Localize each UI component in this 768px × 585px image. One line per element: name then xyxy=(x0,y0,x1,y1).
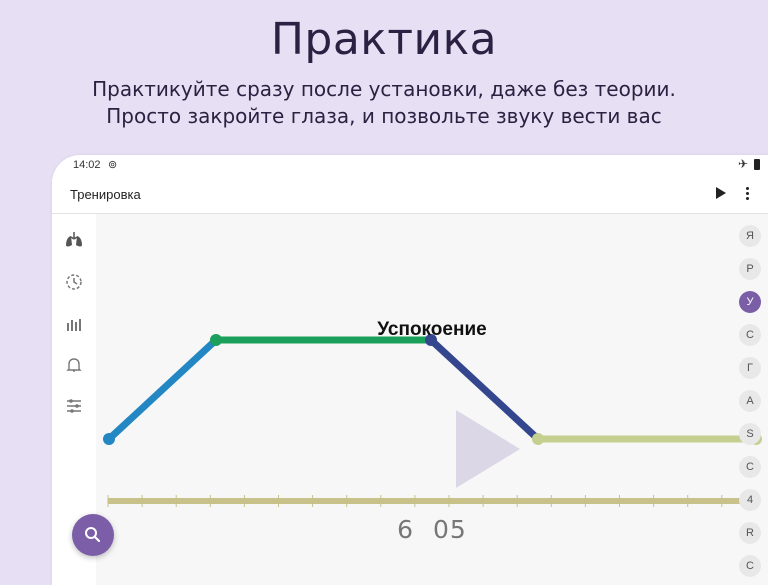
status-bar: 14:02 ⊚ ✈ xyxy=(52,155,768,177)
more-options-icon[interactable] xyxy=(742,185,752,203)
status-time: 14:02 xyxy=(73,159,101,171)
bell-icon[interactable] xyxy=(64,355,84,375)
app-bar: Тренировка xyxy=(52,177,768,214)
promo-subtitle-line-2: Просто закройте глаза, и позвольте звуку… xyxy=(106,104,662,128)
tablet-screen: 14:02 ⊚ ✈ Тренировка Успокоение 6 05 Я Р… xyxy=(52,155,768,585)
alpha-item[interactable]: S xyxy=(739,423,761,445)
alpha-item-active[interactable]: У xyxy=(739,291,761,313)
alpha-item[interactable]: R xyxy=(739,522,761,544)
lungs-icon[interactable] xyxy=(64,230,84,250)
search-icon xyxy=(85,527,101,543)
airplane-icon: ✈ xyxy=(738,157,749,171)
sliders-icon[interactable] xyxy=(64,396,84,416)
exercise-area: Успокоение 6 05 xyxy=(96,214,768,585)
alpha-item[interactable]: С xyxy=(739,324,761,346)
alpha-item[interactable]: С xyxy=(739,456,761,478)
alpha-item[interactable]: Я xyxy=(739,225,761,247)
countdown-timer: 6 05 xyxy=(96,515,768,544)
alpha-item[interactable]: 4 xyxy=(739,489,761,511)
timer-left-value: 6 xyxy=(397,515,415,544)
inhale-segment xyxy=(105,336,220,443)
graph-point xyxy=(103,433,115,445)
play-icon[interactable] xyxy=(714,185,728,201)
timeline-ruler xyxy=(107,495,757,507)
big-play-icon[interactable] xyxy=(453,407,523,491)
bar-chart-icon[interactable] xyxy=(64,314,84,334)
exercise-title: Успокоение xyxy=(377,319,487,340)
sync-icon: ⊚ xyxy=(108,159,118,171)
app-title: Тренировка xyxy=(70,187,141,202)
search-fab[interactable] xyxy=(72,514,114,556)
alpha-item[interactable]: А xyxy=(739,390,761,412)
alphabet-index: Я Р У С Г А S С 4 R С xyxy=(739,225,761,585)
promo-headline: Практика xyxy=(270,14,498,65)
timer-icon[interactable] xyxy=(64,272,84,292)
timer-right-value: 05 xyxy=(433,515,467,544)
alpha-item[interactable]: Г xyxy=(739,357,761,379)
battery-icon xyxy=(754,159,760,170)
graph-point xyxy=(532,433,544,445)
promo-subtitle-line-1: Практикуйте сразу после установки, даже … xyxy=(92,77,676,101)
alpha-item[interactable]: Р xyxy=(739,258,761,280)
alpha-item[interactable]: С xyxy=(739,555,761,577)
